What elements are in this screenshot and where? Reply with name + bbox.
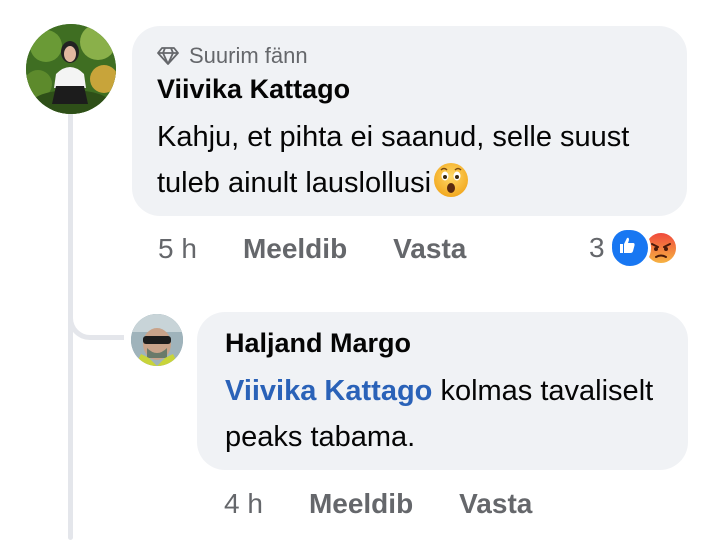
- avatar-photo: [26, 24, 116, 114]
- top-fan-badge[interactable]: Suurim fänn: [157, 41, 308, 71]
- reply-connector: [68, 290, 124, 340]
- comment-body: Kahju, et pihta ei saanud, selle suust t…: [157, 121, 630, 199]
- reactions-summary[interactable]: 3: [589, 226, 679, 270]
- reply-time[interactable]: 4 h: [224, 488, 263, 520]
- reply-button[interactable]: Vasta: [459, 488, 532, 520]
- reaction-count: 3: [589, 232, 605, 263]
- diamond-icon: [157, 47, 179, 65]
- comment-text: Kahju, et pihta ei saanud, selle suust t…: [157, 114, 677, 206]
- reply-actions: 4 h Meeldib Vasta: [224, 482, 532, 526]
- comment-author[interactable]: Viivika Kattago: [157, 74, 350, 105]
- reply-button[interactable]: Vasta: [393, 233, 466, 265]
- reply-author[interactable]: Haljand Margo: [225, 328, 411, 359]
- reply-text: Viivika Kattago kolmas tavaliselt peaks …: [225, 368, 675, 460]
- avatar-photo: [131, 314, 183, 366]
- mention-link[interactable]: Viivika Kattago: [225, 375, 432, 407]
- like-button[interactable]: Meeldib: [243, 233, 347, 265]
- avatar[interactable]: [131, 314, 183, 366]
- comment-actions: 5 h Meeldib Vasta: [158, 227, 466, 271]
- like-icon: [608, 227, 651, 269]
- badge-label: Suurim fänn: [189, 43, 308, 68]
- like-button[interactable]: Meeldib: [309, 488, 413, 520]
- comment-time[interactable]: 5 h: [158, 233, 197, 265]
- avatar[interactable]: [26, 24, 116, 114]
- astonished-face-icon: [433, 162, 469, 198]
